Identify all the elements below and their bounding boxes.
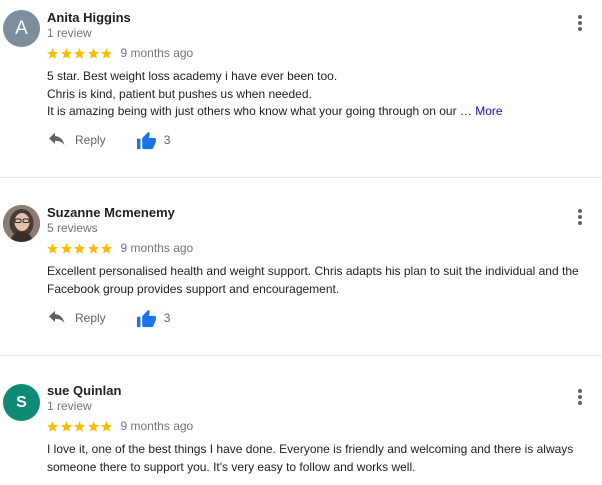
reply-button[interactable]: Reply: [47, 132, 106, 148]
review-line: Excellent personalised health and weight…: [47, 264, 579, 278]
review-line: 5 star. Best weight loss academy i have …: [47, 69, 338, 83]
review-time: 9 months ago: [120, 46, 194, 60]
star-icon: [74, 420, 85, 432]
reply-label: Reply: [75, 133, 106, 147]
review-line-text: It is amazing being with just others who…: [47, 104, 472, 118]
avatar-letter: A: [15, 17, 28, 39]
review-actions: Reply 3: [47, 307, 170, 329]
more-link[interactable]: More: [475, 104, 502, 118]
review-card: A Anita Higgins 1 review 9 months ago 5 …: [0, 0, 602, 177]
thumbs-up-icon: [136, 131, 156, 149]
star-rating: [46, 420, 114, 433]
star-icon: [74, 47, 85, 59]
star-rating: [46, 242, 114, 255]
avatar[interactable]: A: [3, 10, 40, 47]
review-line: It is amazing being with just others who…: [47, 103, 592, 121]
rating-row: 9 months ago: [46, 419, 193, 433]
like-button[interactable]: 3: [136, 309, 171, 328]
avatar[interactable]: [3, 205, 40, 242]
avatar-letter: S: [16, 393, 27, 411]
review-text: Excellent personalised health and weight…: [47, 263, 592, 298]
reply-icon: [49, 310, 65, 324]
reviewer-name[interactable]: Anita Higgins: [47, 10, 131, 25]
star-icon: [101, 242, 112, 254]
avatar-photo: [3, 205, 40, 242]
review-count[interactable]: 1 review: [47, 26, 92, 40]
star-icon: [47, 420, 58, 432]
star-icon: [47, 47, 58, 59]
rating-row: 9 months ago: [46, 241, 193, 255]
rating-row: 9 months ago: [46, 46, 193, 60]
star-icon: [60, 420, 72, 432]
like-count: 3: [163, 133, 171, 147]
review-text: I love it, one of the best things I have…: [47, 441, 592, 476]
star-icon: [101, 47, 112, 59]
reviewer-name[interactable]: sue Quinlan: [47, 383, 121, 398]
review-line: Chris is kind, patient but pushes us whe…: [47, 86, 312, 101]
review-text: 5 star. Best weight loss academy i have …: [47, 68, 592, 121]
reply-button[interactable]: Reply: [47, 310, 106, 326]
review-count[interactable]: 1 review: [47, 399, 92, 413]
reviewer-name[interactable]: Suzanne Mcmenemy: [47, 205, 175, 220]
more-vert-icon[interactable]: [572, 389, 588, 409]
review-count[interactable]: 5 reviews: [47, 221, 98, 235]
star-icon: [74, 242, 85, 254]
reply-icon: [49, 132, 65, 146]
star-icon: [47, 242, 58, 254]
star-icon: [101, 420, 112, 432]
star-icon: [60, 47, 72, 59]
star-icon: [60, 242, 72, 254]
star-icon: [87, 47, 99, 59]
avatar[interactable]: S: [3, 384, 40, 421]
review-time: 9 months ago: [120, 241, 194, 255]
review-card: S sue Quinlan 1 review 9 months ago I lo…: [0, 356, 602, 485]
review-card: Suzanne Mcmenemy 5 reviews 9 months ago …: [0, 178, 602, 355]
star-icon: [87, 420, 99, 432]
review-actions: Reply 3: [47, 129, 170, 151]
review-line: someone there to support you. It's very …: [47, 459, 416, 474]
review-line: Facebook group provides support and enco…: [47, 281, 340, 296]
like-button[interactable]: 3: [136, 131, 171, 150]
star-icon: [87, 242, 99, 254]
star-rating: [46, 47, 114, 60]
review-time: 9 months ago: [120, 419, 194, 433]
more-vert-icon[interactable]: [572, 209, 588, 229]
reply-label: Reply: [75, 311, 106, 325]
like-count: 3: [163, 311, 171, 325]
review-line: I love it, one of the best things I have…: [47, 442, 574, 456]
thumbs-up-icon: [136, 309, 156, 327]
more-vert-icon[interactable]: [572, 15, 588, 35]
